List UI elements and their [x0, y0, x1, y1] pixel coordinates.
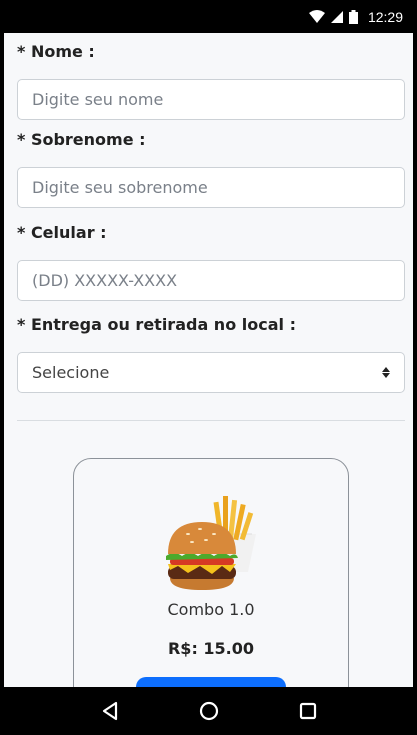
add-to-cart-button[interactable]: [136, 677, 286, 687]
phone-group: * Celular : (DD) XXXXX-XXXX: [17, 222, 405, 301]
select-arrows-icon: [382, 367, 390, 378]
last-name-input[interactable]: Digite seu sobrenome: [17, 167, 405, 208]
signal-icon: [330, 10, 343, 23]
wifi-icon: [308, 10, 325, 23]
divider: [17, 420, 405, 421]
delivery-label: * Entrega ou retirada no local :: [17, 315, 296, 334]
recents-icon[interactable]: [296, 699, 320, 723]
app-content: * Nome : Digite seu nome * Sobrenome : D…: [4, 33, 413, 687]
phone-placeholder: (DD) XXXXX-XXXX: [32, 271, 178, 290]
clock: 12:29: [367, 8, 403, 25]
first-name-group: * Nome : Digite seu nome: [17, 41, 405, 120]
delivery-select[interactable]: Selecione: [17, 352, 405, 393]
back-icon[interactable]: [98, 699, 122, 723]
first-name-label: * Nome :: [17, 42, 95, 61]
product-name: Combo 1.0: [167, 600, 255, 619]
last-name-label: * Sobrenome :: [17, 130, 146, 149]
home-icon[interactable]: [197, 699, 221, 723]
delivery-selected-value: Selecione: [32, 363, 110, 382]
status-bar: 12:29: [0, 0, 417, 33]
last-name-placeholder: Digite seu sobrenome: [32, 178, 208, 197]
delivery-group: * Entrega ou retirada no local : Selecio…: [17, 314, 405, 393]
product-price: R$: 15.00: [167, 639, 255, 658]
battery-icon: [348, 9, 358, 24]
last-name-group: * Sobrenome : Digite seu sobrenome: [17, 129, 405, 208]
android-nav-bar: [0, 687, 417, 735]
phone-label: * Celular :: [17, 223, 107, 242]
burger-fries-icon: [166, 496, 256, 590]
first-name-placeholder: Digite seu nome: [32, 90, 164, 109]
product-card[interactable]: Combo 1.0 R$: 15.00: [73, 458, 349, 687]
first-name-input[interactable]: Digite seu nome: [17, 79, 405, 120]
phone-input[interactable]: (DD) XXXXX-XXXX: [17, 260, 405, 301]
